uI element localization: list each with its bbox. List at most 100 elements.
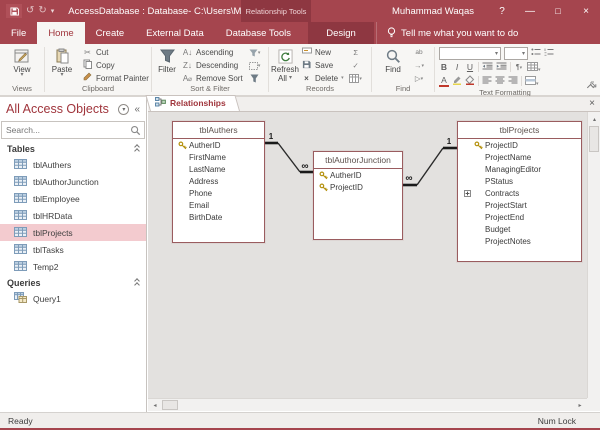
text-direction-icon[interactable]: ¶▾ <box>514 64 524 71</box>
numbering-icon[interactable] <box>544 48 554 58</box>
decrease-indent-icon[interactable] <box>482 62 493 72</box>
bold-button[interactable]: B <box>439 62 449 72</box>
nav-group-queries[interactable]: Queries <box>0 275 146 290</box>
vertical-scroll-thumb[interactable] <box>589 126 599 152</box>
tab-design[interactable]: Design <box>322 28 360 39</box>
tab-relationships[interactable]: Relationships <box>150 95 240 111</box>
delete-record-button[interactable]: ×Delete▾ <box>301 72 344 84</box>
align-right-icon[interactable] <box>508 76 518 86</box>
sidebar-item-tblprojects[interactable]: tblProjects <box>0 224 146 241</box>
field-row[interactable]: Contracts <box>458 187 581 199</box>
sidebar-item-tbltasks[interactable]: tblTasks <box>0 241 146 258</box>
undo-icon[interactable]: ↺ <box>26 6 34 16</box>
vertical-scrollbar[interactable]: ▴ ▾ <box>587 112 600 411</box>
selection-button[interactable]: ▾ <box>247 60 263 71</box>
cut-button[interactable]: ✂Cut <box>82 46 149 58</box>
horizontal-scrollbar[interactable]: ◂ ▸ <box>148 398 587 411</box>
tab-database-tools[interactable]: Database Tools <box>215 22 302 44</box>
horizontal-scroll-thumb[interactable] <box>162 400 178 410</box>
field-row[interactable]: AutherID <box>314 169 402 181</box>
spelling-button[interactable]: ✓ <box>348 60 364 71</box>
replace-button[interactable]: ab <box>411 47 427 58</box>
field-row[interactable]: ProjectID <box>458 139 581 151</box>
search-icon[interactable] <box>130 125 141 136</box>
totals-button[interactable]: Σ <box>348 47 364 58</box>
nav-group-tables[interactable]: Tables <box>0 141 146 156</box>
underline-button[interactable]: U <box>465 62 475 72</box>
tab-home[interactable]: Home <box>37 22 84 44</box>
increase-indent-icon[interactable] <box>496 62 507 72</box>
format-painter-button[interactable]: Format Painter <box>82 72 149 84</box>
ascending-button[interactable]: A↓Ascending <box>182 46 243 58</box>
nav-search-box[interactable] <box>1 121 145 139</box>
sidebar-item-tblemployee[interactable]: tblEmployee <box>0 190 146 207</box>
expand-icon[interactable] <box>463 188 472 198</box>
field-row[interactable]: ProjectNotes <box>458 235 581 247</box>
bullets-icon[interactable] <box>531 48 541 58</box>
relationships-canvas[interactable]: 1∞1∞ tblAuthersAutherIDFirstNameLastName… <box>148 112 600 411</box>
scroll-left-icon[interactable]: ◂ <box>149 400 161 411</box>
scroll-right-icon[interactable]: ▸ <box>574 400 586 411</box>
more-records-button[interactable]: ▾ <box>348 73 364 84</box>
field-row[interactable]: Budget <box>458 223 581 235</box>
field-row[interactable]: ProjectID <box>314 181 402 193</box>
remove-sort-button[interactable]: A⌀Remove Sort <box>182 72 243 84</box>
sidebar-item-temp2[interactable]: Temp2 <box>0 258 146 275</box>
signed-in-user[interactable]: Muhammad Waqas <box>392 6 474 17</box>
relationship-table-tblauthers[interactable]: tblAuthersAutherIDFirstNameLastNameAddre… <box>172 121 265 243</box>
help-button[interactable]: ? <box>488 0 516 22</box>
align-left-icon[interactable] <box>482 76 492 86</box>
field-row[interactable]: AutherID <box>173 139 264 151</box>
tab-file[interactable]: File <box>0 22 37 44</box>
paste-button[interactable]: Paste ▾ <box>45 46 79 77</box>
advanced-filter-button[interactable]: ▾ <box>247 47 263 58</box>
field-row[interactable]: BirthDate <box>173 211 264 223</box>
field-row[interactable]: Phone <box>173 187 264 199</box>
relationship-table-title[interactable]: tblAuthorJunction <box>314 152 402 169</box>
italic-button[interactable]: I <box>452 62 462 72</box>
toggle-filter-button[interactable] <box>247 73 263 84</box>
field-row[interactable]: Address <box>173 175 264 187</box>
select-button[interactable]: ▷▾ <box>411 73 427 84</box>
align-center-icon[interactable] <box>495 76 505 86</box>
search-input[interactable] <box>2 125 130 135</box>
tell-me-box[interactable]: Tell me what you want to do <box>376 22 518 44</box>
font-size-combo[interactable]: ▾ <box>504 47 528 60</box>
highlight-color-icon[interactable] <box>452 75 462 87</box>
field-row[interactable]: FirstName <box>173 151 264 163</box>
alternate-row-color-icon[interactable]: ▾ <box>525 76 539 87</box>
refresh-all-button[interactable]: Refresh All▾ <box>269 46 301 83</box>
field-row[interactable]: ManagingEditor <box>458 163 581 175</box>
field-row[interactable]: LastName <box>173 163 264 175</box>
field-row[interactable]: Email <box>173 199 264 211</box>
font-color-button[interactable]: A <box>439 76 449 87</box>
font-name-combo[interactable]: ▾ <box>439 47 501 60</box>
background-color-icon[interactable] <box>465 75 475 87</box>
relationship-table-tblprojects[interactable]: tblProjectsProjectIDProjectNameManagingE… <box>457 121 582 262</box>
field-row[interactable]: PStatus <box>458 175 581 187</box>
redo-icon[interactable]: ↻ <box>38 6 46 16</box>
save-record-button[interactable]: Save <box>301 59 344 71</box>
collapse-group-icon[interactable] <box>135 145 139 153</box>
relationship-table-title[interactable]: tblAuthers <box>173 122 264 139</box>
save-button[interactable] <box>6 4 22 18</box>
copy-button[interactable]: Copy <box>82 59 149 71</box>
sidebar-item-tblauthers[interactable]: tblAuthers <box>0 156 146 173</box>
scroll-up-icon[interactable]: ▴ <box>589 113 600 125</box>
maximize-button[interactable]: □ <box>544 0 572 22</box>
customize-qat-icon[interactable]: ▾ <box>51 7 55 15</box>
field-row[interactable]: ProjectEnd <box>458 211 581 223</box>
new-record-button[interactable]: New <box>301 46 344 58</box>
relationship-table-title[interactable]: tblProjects <box>458 122 581 139</box>
nav-menu-icon[interactable]: ▾ <box>118 104 129 115</box>
goto-button[interactable]: →▾ <box>411 60 427 71</box>
find-button[interactable]: Find <box>379 46 407 74</box>
relationship-table-tblauthorjunction[interactable]: tblAuthorJunctionAutherIDProjectID <box>313 151 403 240</box>
sidebar-item-query1[interactable]: Query1 <box>0 290 146 307</box>
sidebar-item-tblhrdata[interactable]: tblHRData <box>0 207 146 224</box>
field-row[interactable]: ProjectStart <box>458 199 581 211</box>
field-row[interactable]: ProjectName <box>458 151 581 163</box>
shutter-bar-close-icon[interactable]: « <box>134 104 140 115</box>
close-button[interactable]: × <box>572 0 600 22</box>
tab-create[interactable]: Create <box>85 22 136 44</box>
